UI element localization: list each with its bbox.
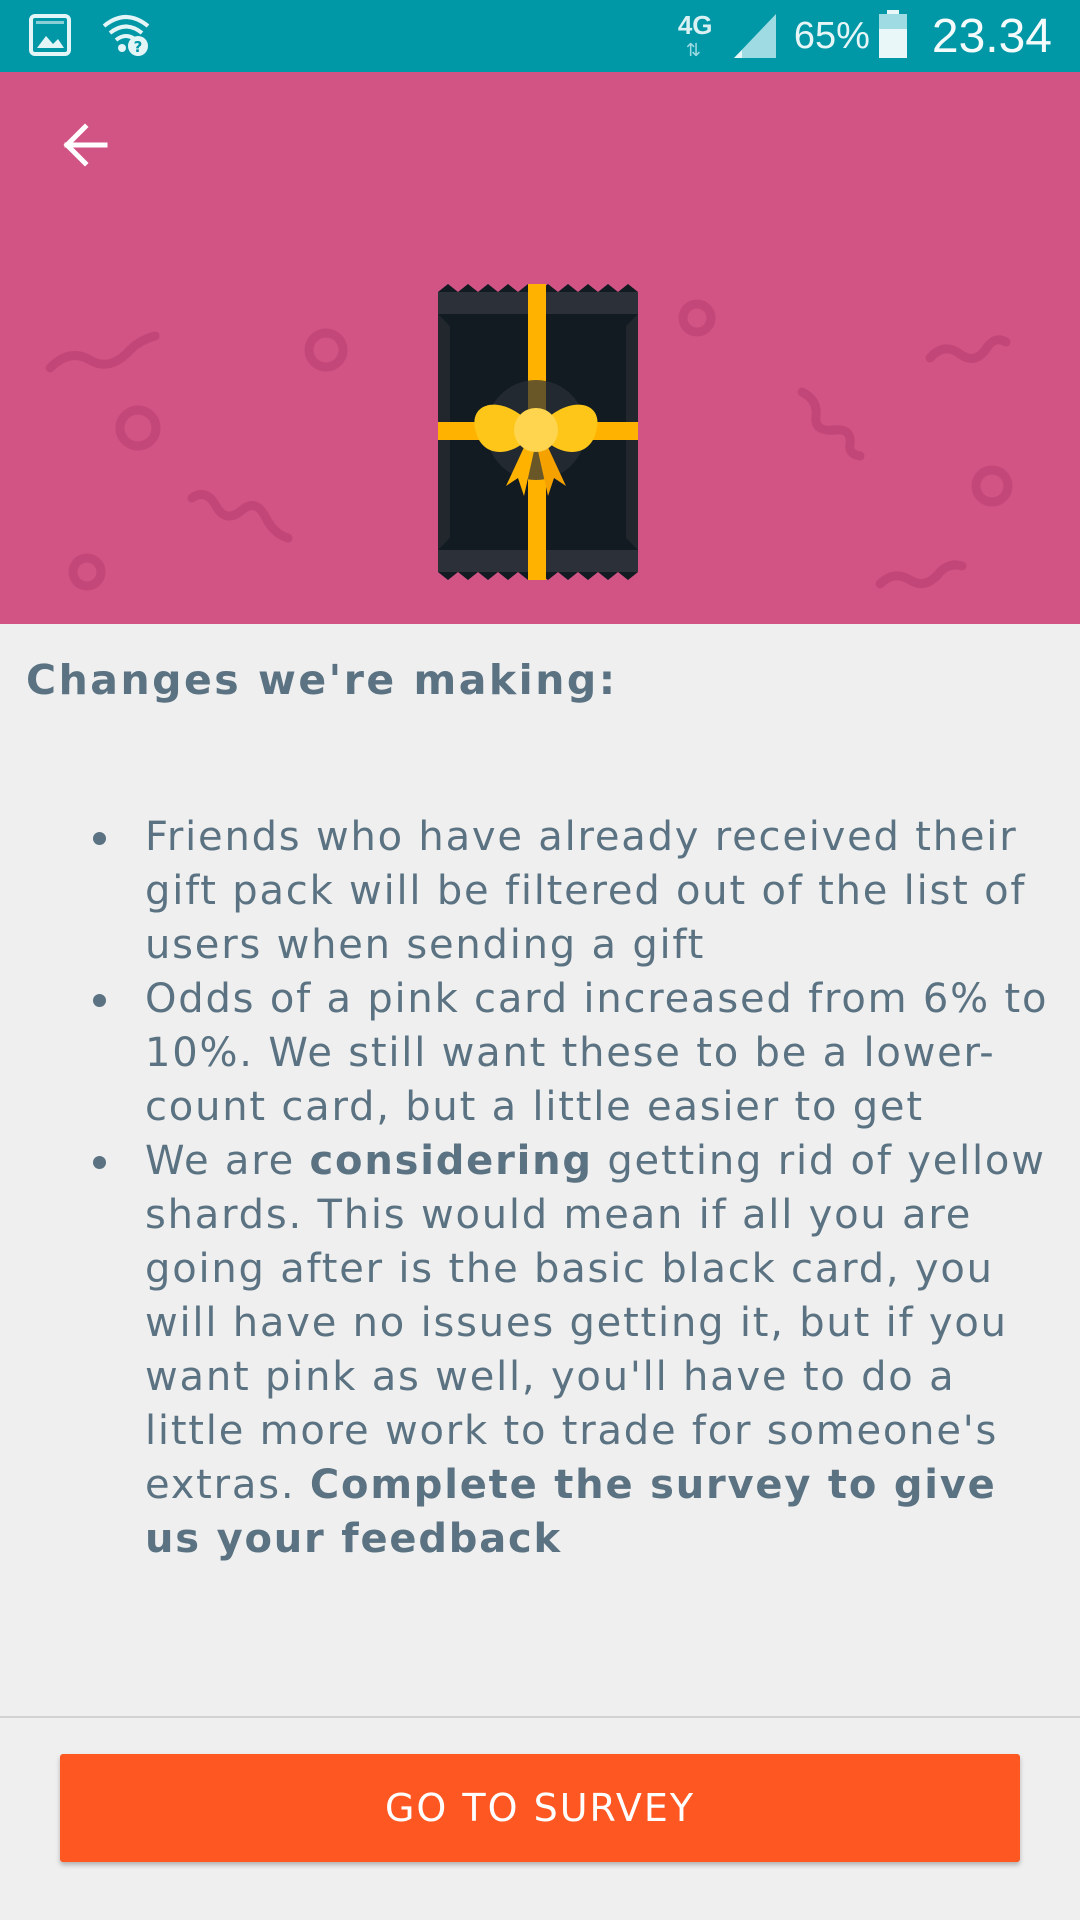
hero-header <box>0 72 1080 624</box>
go-to-survey-button[interactable]: GO TO SURVEY <box>60 1754 1020 1862</box>
bullet-icon <box>93 1156 106 1169</box>
battery-percent: 65% <box>793 14 870 57</box>
gift-pack-icon <box>438 284 638 580</box>
network-type-label: 4G <box>677 10 713 40</box>
list-item-text-part: We are <box>145 1138 310 1184</box>
list-item-text: Odds of a pink card increased from 6% to… <box>145 976 1049 1130</box>
network-type-indicator: 4G ⇅ <box>672 6 720 66</box>
list-item-text-part: getting rid of yellow shards. This would… <box>145 1138 1046 1508</box>
data-arrows-icon: ⇅ <box>685 40 701 61</box>
back-button[interactable] <box>52 112 118 178</box>
list-item: Odds of a pink card increased from 6% to… <box>0 972 1080 1134</box>
clock: 23.34 <box>931 9 1052 63</box>
image-notification-icon <box>28 12 72 62</box>
list-item-emphasis: considering <box>309 1138 593 1184</box>
status-bar: ? 4G ⇅ 65% 23.34 <box>0 0 1080 72</box>
list-item: Friends who have already received their … <box>0 810 1080 972</box>
cell-signal-icon <box>730 8 780 64</box>
bullet-icon <box>93 994 106 1007</box>
bullet-icon <box>93 832 106 845</box>
arrow-left-icon <box>63 123 108 167</box>
battery-icon <box>878 9 908 63</box>
changes-content: Changes we're making: Friends who have a… <box>0 624 1080 1716</box>
wifi-question-icon: ? <box>100 12 152 62</box>
changes-list: Friends who have already received their … <box>0 810 1080 1566</box>
section-title: Changes we're making: <box>26 656 618 704</box>
footer-divider <box>0 1716 1080 1718</box>
list-item: We are considering getting rid of yellow… <box>0 1134 1080 1566</box>
list-item-text: Friends who have already received their … <box>145 814 1027 968</box>
svg-text:?: ? <box>134 38 143 56</box>
